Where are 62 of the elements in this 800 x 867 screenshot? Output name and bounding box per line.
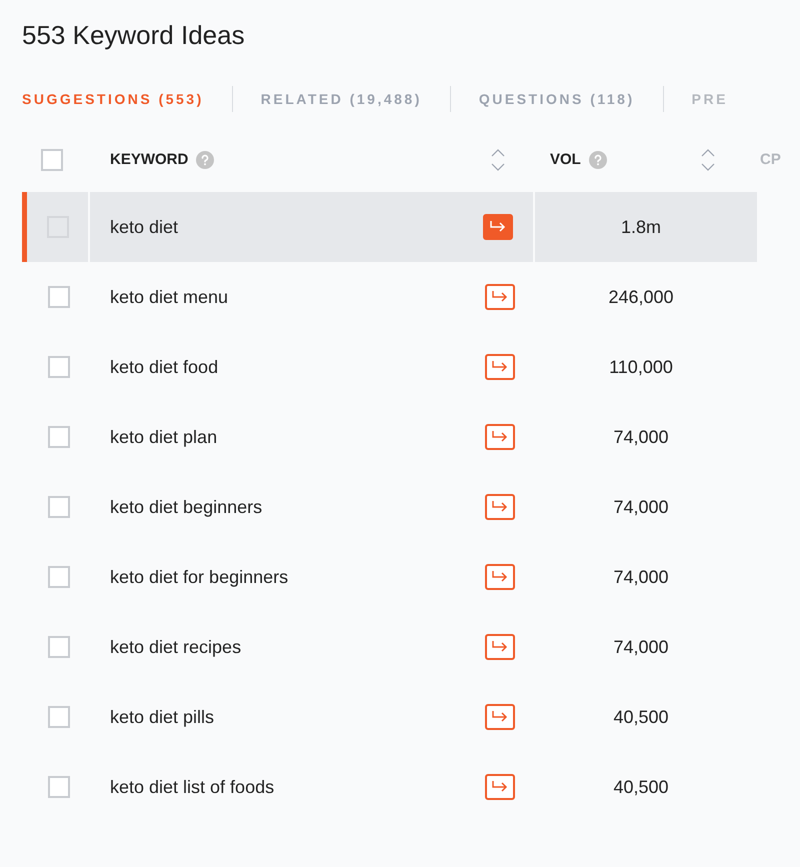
- volume-cell-text: 74,000: [613, 636, 669, 658]
- arrow-icon: [491, 710, 509, 724]
- arrow-button[interactable]: [485, 564, 515, 590]
- table-row[interactable]: keto diet food 110,000: [22, 332, 757, 402]
- table-row[interactable]: keto diet plan 74,000: [22, 402, 757, 472]
- table-row[interactable]: keto diet recipes 74,000: [22, 612, 757, 682]
- arrow-icon: [491, 500, 509, 514]
- row-checkbox[interactable]: [48, 706, 70, 728]
- row-checkbox[interactable]: [48, 776, 70, 798]
- row-checkbox[interactable]: [48, 566, 70, 588]
- column-header: CP: [760, 150, 781, 170]
- arrow-icon: [491, 360, 509, 374]
- select-all-checkbox[interactable]: [41, 149, 63, 171]
- table-row[interactable]: keto diet beginners 74,000: [22, 472, 757, 542]
- keyword-cell-text: keto diet for beginners: [110, 566, 288, 589]
- arrow-button[interactable]: [485, 704, 515, 730]
- volume-cell-text: 74,000: [613, 566, 669, 588]
- arrow-icon: [491, 570, 509, 584]
- arrow-icon: [491, 780, 509, 794]
- table-row[interactable]: keto diet menu 246,000: [22, 262, 757, 332]
- keyword-cell-text: keto diet plan: [110, 426, 218, 449]
- keyword-cell-text: keto diet beginners: [110, 496, 262, 519]
- keyword-cell-text: keto diet list of foods: [110, 776, 274, 798]
- sort-icon[interactable]: [491, 148, 505, 172]
- help-icon: [196, 151, 214, 169]
- volume-cell-text: 40,500: [613, 706, 669, 728]
- row-checkbox[interactable]: [48, 286, 70, 308]
- keyword-cell-text: keto diet food: [110, 356, 218, 378]
- table-row[interactable]: keto diet pills 40,500: [22, 682, 757, 752]
- arrow-button[interactable]: [485, 354, 515, 380]
- volume-cell-text: 40,500: [613, 776, 669, 798]
- arrow-button[interactable]: [485, 424, 515, 450]
- arrow-button[interactable]: [485, 634, 515, 660]
- arrow-icon: [491, 290, 509, 304]
- volume-cell-text: 246,000: [608, 286, 674, 308]
- row-checkbox[interactable]: [48, 496, 70, 518]
- table-row[interactable]: keto diet list of foods 40,500: [22, 752, 757, 822]
- keyword-cell-text: keto diet pills: [110, 706, 214, 729]
- table-row[interactable]: keto diet for beginners 74,000: [22, 542, 757, 612]
- keyword-cell-text: keto diet recipes: [110, 636, 242, 659]
- row-checkbox[interactable]: [48, 356, 70, 378]
- volume-cell-text: 110,000: [609, 356, 673, 378]
- volume-cell-text: 74,000: [613, 426, 669, 448]
- arrow-button[interactable]: [485, 494, 515, 520]
- arrow-button[interactable]: [483, 214, 513, 240]
- volume-cell-text: 1.8m: [620, 216, 662, 238]
- arrow-icon: [489, 220, 507, 234]
- table-row[interactable]: keto diet 1.8m: [22, 192, 757, 262]
- page-title: 553 Keyword Ideas: [21, 19, 246, 52]
- column-header: KEYWORD: [110, 150, 188, 170]
- keyword-cell-text: keto diet menu: [110, 286, 228, 308]
- sort-icon[interactable]: [701, 148, 715, 172]
- help-icon: [588, 151, 607, 169]
- arrow-icon: [491, 430, 509, 444]
- arrow-button[interactable]: [485, 774, 515, 800]
- volume-cell-text: 74,000: [613, 496, 669, 518]
- row-checkbox[interactable]: [48, 636, 70, 658]
- arrow-button[interactable]: [485, 284, 515, 310]
- column-header: VOL: [550, 150, 581, 170]
- row-checkbox[interactable]: [48, 426, 70, 448]
- arrow-icon: [491, 640, 509, 654]
- keyword-cell-text: keto diet: [110, 216, 178, 238]
